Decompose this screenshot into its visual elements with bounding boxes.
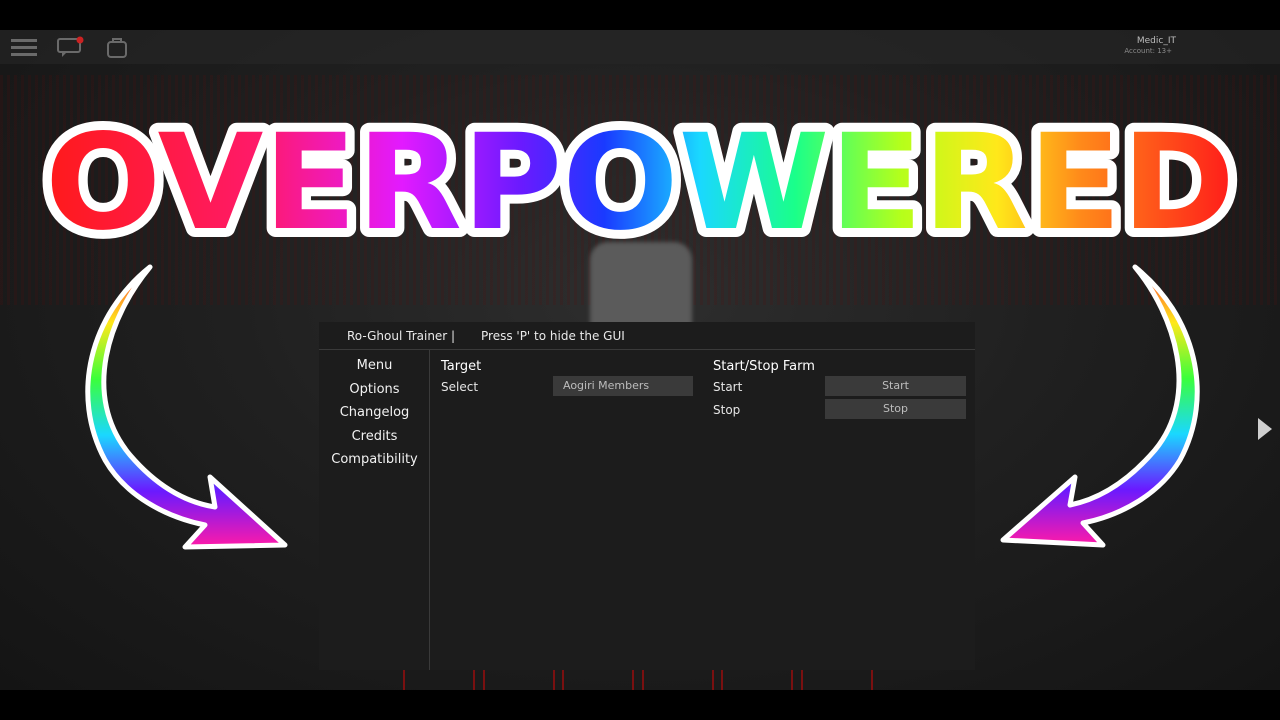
backpack-icon[interactable]: [104, 36, 132, 58]
rainbow-arrow-right-icon: [1000, 264, 1200, 548]
gui-main-panel: Target Select Aogiri Members Start/Stop …: [431, 350, 975, 670]
gui-header: Ro-Ghoul Trainer | Press 'P' to hide the…: [319, 322, 975, 350]
menu-item-changelog[interactable]: Changelog: [319, 405, 430, 420]
farm-start-label: Start: [713, 380, 743, 394]
stop-button[interactable]: Stop: [825, 399, 966, 419]
menu-item-options[interactable]: Options: [319, 382, 430, 397]
gui-sidebar: Menu Options Changelog Credits Compatibi…: [319, 350, 430, 670]
trainer-gui-window: Ro-Ghoul Trainer | Press 'P' to hide the…: [319, 322, 975, 670]
play-arrow-icon[interactable]: [1258, 418, 1272, 440]
gui-hint: Press 'P' to hide the GUI: [481, 329, 625, 343]
player-name: Medic_IT: [1136, 36, 1176, 46]
chat-icon[interactable]: [56, 36, 84, 58]
menu-item-compatibility[interactable]: Compatibility: [319, 452, 430, 467]
target-section-title: Target: [441, 359, 482, 374]
roblox-topbar: Medic_IT Account: 13+: [0, 30, 1280, 64]
menu-item-menu[interactable]: Menu: [319, 358, 430, 373]
rainbow-arrow-left-icon: [85, 264, 288, 550]
player-account-label: Account: 13+: [1124, 47, 1172, 55]
target-select-dropdown[interactable]: Aogiri Members: [553, 376, 693, 396]
menu-icon[interactable]: [10, 36, 38, 58]
start-button[interactable]: Start: [825, 376, 966, 396]
overlay-title: OVERPOWERED OVERPOWERED: [36, 100, 1244, 250]
farm-stop-label: Stop: [713, 403, 741, 417]
target-select-label: Select: [441, 380, 479, 394]
menu-item-credits[interactable]: Credits: [319, 429, 430, 444]
farm-section-title: Start/Stop Farm: [713, 359, 815, 374]
screenshot: Medic_IT Account: 13+ S S: [0, 0, 1280, 720]
overlay-title-text: OVERPOWERED: [45, 106, 1235, 250]
gui-title: Ro-Ghoul Trainer |: [347, 329, 456, 343]
